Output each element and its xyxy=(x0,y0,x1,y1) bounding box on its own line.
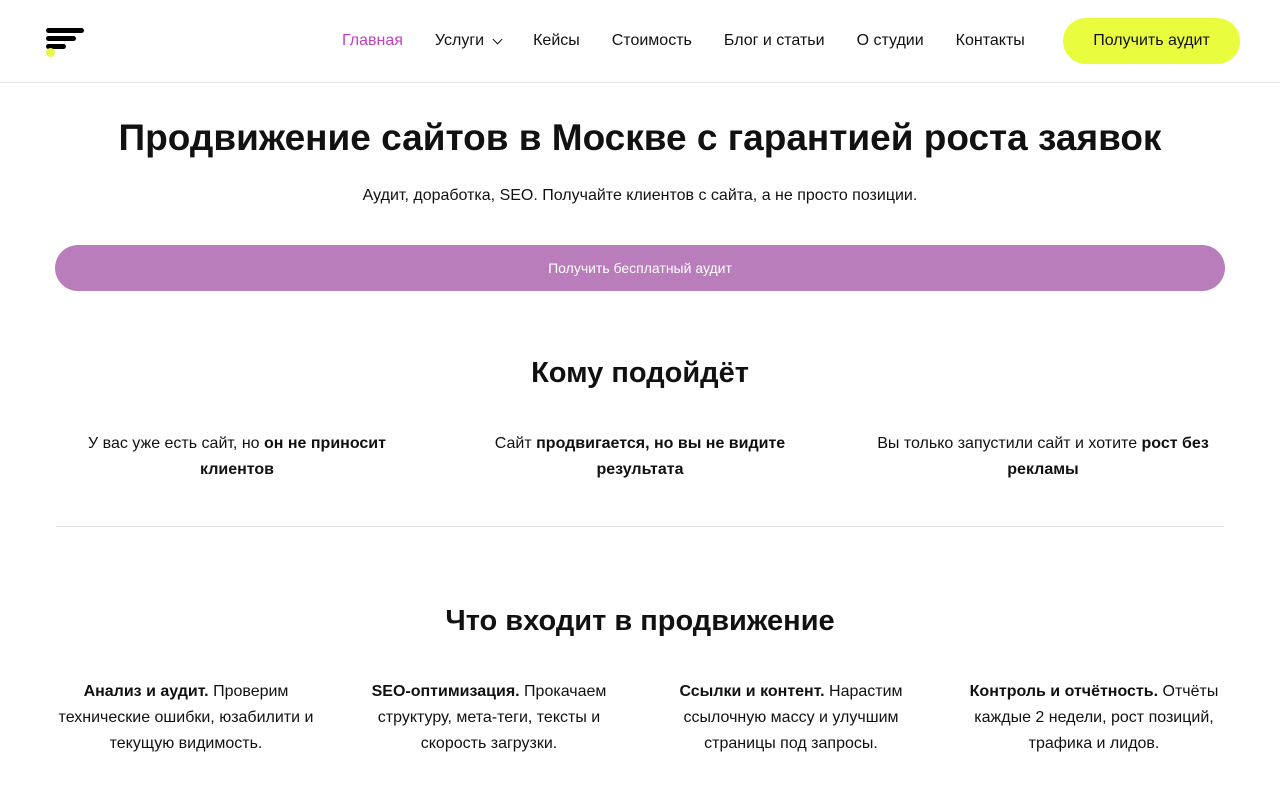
page-title: Продвижение сайтов в Москве с гарантией … xyxy=(118,117,1162,158)
logo-bar xyxy=(46,28,84,33)
who-item-bold: продвигается, но вы не видите результата xyxy=(536,435,786,478)
nav-item-pricing[interactable]: Стоимость xyxy=(612,32,692,50)
nav-item-label: Услуги xyxy=(434,32,485,49)
what-item-bold: SEO-оптимизация. xyxy=(371,683,520,700)
logo-icon[interactable] xyxy=(45,27,85,59)
chevron-down-icon xyxy=(492,34,503,44)
what-section-title: Что входит в продвижение xyxy=(445,605,835,637)
logo-bar xyxy=(46,36,76,41)
nav-item-blog[interactable]: Блог и статьи xyxy=(724,32,825,50)
what-item-bold: Анализ и аудит. xyxy=(83,683,209,700)
who-item: Вы только запустили сайт и хотите рост б… xyxy=(869,431,1217,483)
nav-item-label: Блог и статьи xyxy=(723,32,825,49)
who-item-text: У вас уже есть сайт, но xyxy=(88,435,264,452)
who-item-text: Вы только запустили сайт и хотите xyxy=(877,435,1142,452)
logo-dot xyxy=(46,48,55,57)
what-item: Анализ и аудит. Проверим технические оши… xyxy=(56,679,316,757)
nav-item-contacts[interactable]: Контакты xyxy=(956,32,1025,50)
free-audit-button[interactable]: Получить бесплатный аудит xyxy=(55,245,1225,291)
nav-item-label: О студии xyxy=(856,32,924,49)
nav-item-label: Контакты xyxy=(955,32,1025,49)
what-item: Ссылки и контент. Нарастим ссылочную мас… xyxy=(661,679,921,757)
get-audit-button[interactable]: Получить аудит xyxy=(1063,18,1240,64)
nav-item-home[interactable]: Главная xyxy=(342,32,403,50)
what-item-bold: Ссылки и контент. xyxy=(679,683,825,700)
nav-item-label: Главная xyxy=(342,32,403,49)
who-item: У вас уже есть сайт, но он не приносит к… xyxy=(86,431,388,483)
nav-item-about[interactable]: О студии xyxy=(857,32,924,50)
nav-item-label: Кейсы xyxy=(533,32,580,49)
who-section-title: Кому подойдёт xyxy=(531,357,749,389)
what-item: Контроль и отчётность. Отчёты каждые 2 н… xyxy=(960,679,1228,757)
nav-item-cases[interactable]: Кейсы xyxy=(533,32,580,50)
what-item-bold: Контроль и отчётность. xyxy=(969,683,1159,700)
hero-subtitle: Аудит, доработка, SEO. Получайте клиенто… xyxy=(362,187,918,204)
nav-item-label: Стоимость xyxy=(611,32,692,49)
site-header: Главная Услуги Кейсы Стоимость Блог и ст… xyxy=(0,0,1280,83)
what-item: SEO-оптимизация. Прокачаем структуру, ме… xyxy=(359,679,619,757)
who-item: Сайт продвигается, но вы не видите резул… xyxy=(489,431,791,483)
nav-item-services[interactable]: Услуги xyxy=(434,32,503,50)
section-divider xyxy=(56,526,1224,527)
who-item-text: Сайт xyxy=(494,435,537,452)
main-nav: Главная Услуги Кейсы Стоимость Блог и ст… xyxy=(342,0,1057,82)
